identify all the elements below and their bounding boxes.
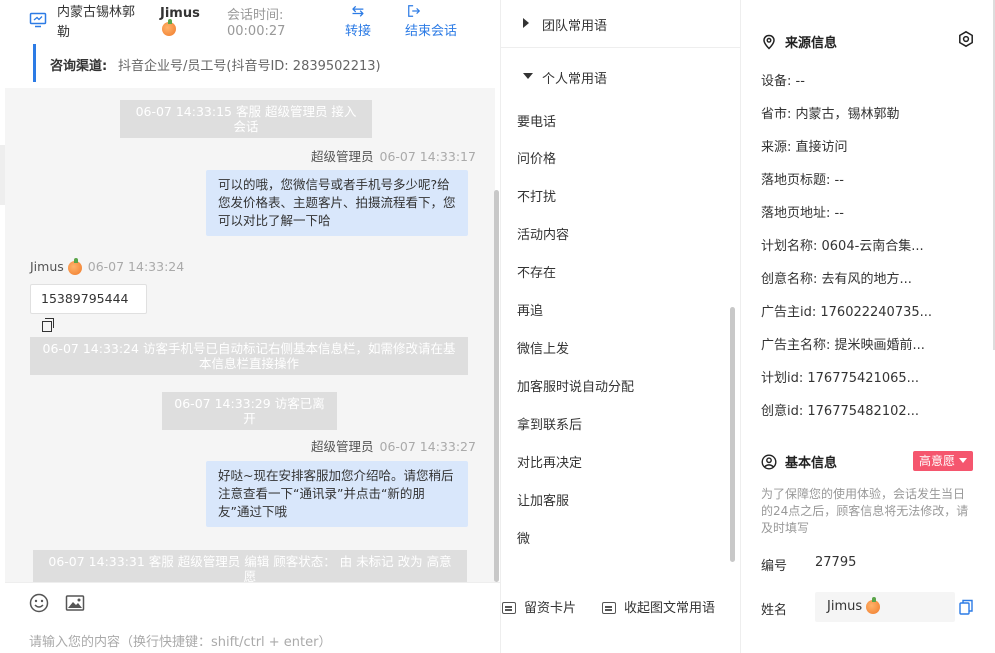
name-label: 姓名 (761, 603, 788, 618)
source-info-label: 来源信息 (785, 36, 838, 51)
system-notice: 06-07 14:33:31 客服 超级管理员 编辑 顾客状态： 由 未标记 改… (33, 550, 467, 582)
visitor-phone-number: 15389795444 (41, 291, 129, 306)
transfer-button[interactable]: ⇆ 转接 (338, 2, 378, 39)
phrase-item[interactable]: 加客服时说自动分配 (517, 378, 634, 398)
collapse-phrases-button[interactable]: 收起图文常用语 (602, 597, 715, 616)
system-notice: 06-07 14:33:29 访客已离开 (162, 392, 337, 430)
info-landing-url: 落地页地址: -- (761, 206, 844, 221)
session-time-value: 00:00:27 (227, 24, 286, 39)
copy-icon[interactable] (959, 599, 973, 615)
personal-phrases-label: 个人常用语 (542, 72, 608, 87)
message-input[interactable]: 请输入您的内容（换行快捷键：shift/ctrl + enter） (29, 631, 332, 650)
phrase-item[interactable]: 不打扰 (517, 188, 556, 208)
message-meta: 超级管理员 06-07 14:33:27 (311, 436, 476, 455)
card-icon (502, 602, 516, 614)
composer: 请输入您的内容（换行快捷键：shift/ctrl + enter） (5, 582, 500, 653)
channel-label: 咨询渠道: (50, 59, 108, 74)
system-notice: 06-07 14:33:24 访客手机号已自动标记右侧基本信息栏，如需修改请在基… (30, 337, 468, 375)
phrase-item[interactable]: 再追 (517, 302, 543, 322)
info-advertiser-name: 广告主名称: 提米映画婚前... (761, 338, 925, 353)
sender-name: 超级管理员 (311, 149, 374, 164)
sender-name: Jimus (30, 259, 64, 274)
collapse-phrases-label: 收起图文常用语 (624, 601, 716, 616)
intent-status-dropdown[interactable]: 高意愿 (913, 451, 974, 471)
system-notice: 06-07 14:33:15 客服 超级管理员 接入会话 (120, 100, 372, 138)
emoji-icon[interactable] (29, 593, 49, 613)
image-icon[interactable] (65, 593, 85, 613)
transfer-label: 转接 (344, 24, 371, 39)
lead-card-label: 留资卡片 (524, 601, 577, 616)
name-field[interactable]: Jimus (815, 592, 955, 622)
info-plan-id: 计划id: 176775421065... (761, 371, 920, 386)
card-icon (602, 602, 616, 614)
visitor-message-bubble: 15389795444 (30, 284, 147, 332)
exit-icon (408, 5, 421, 17)
visitor-name: Jimus (160, 6, 200, 21)
phrase-item[interactable]: 不存在 (517, 264, 556, 284)
session-time-label: 会话时间: (227, 8, 284, 23)
consult-channel-card: 咨询渠道: 抖音企业号/员工号(抖音号ID: 2839502213) (33, 44, 470, 82)
user-circle-icon (761, 454, 777, 470)
chat-header: 内蒙古锡林郭勒 Jimus 会话时间: 00:00:27 ⇆ 转接 结束会话 (5, 0, 500, 44)
info-device: 设备: -- (761, 74, 805, 89)
info-plan-name: 计划名称: 0604-云南合集... (761, 239, 924, 254)
edit-notice: 为了保障您的使用体验，会话发生当日的24点之后，顾客信息将无法修改，请及时填写 (761, 487, 969, 535)
customer-info-panel: 来源信息 设备: -- 省市: 内蒙古，锡林郭勒 来源: 直接访问 落地页标题:… (740, 0, 995, 653)
caret-right-icon (523, 18, 529, 28)
settings-icon[interactable] (957, 30, 975, 48)
agent-message-bubble: 可以的哦，您微信号或者手机号多少呢?给您发价格表、主题客片、拍摄流程看下，您可以… (206, 170, 468, 236)
caret-down-icon (523, 73, 533, 79)
id-label: 编号 (761, 559, 788, 574)
message-time: 06-07 14:33:17 (379, 149, 476, 164)
phrase-item[interactable]: 活动内容 (517, 226, 569, 246)
info-advertiser-id: 广告主id: 176022240735... (761, 305, 933, 320)
peach-icon (866, 596, 881, 614)
swap-arrows-icon: ⇆ (351, 2, 365, 20)
phrase-item[interactable]: 微 (517, 530, 530, 550)
message-scrollbar[interactable] (494, 190, 499, 582)
end-session-button[interactable]: 结束会话 (405, 2, 469, 39)
sender-name: 超级管理员 (311, 439, 374, 454)
source-info-title: 来源信息 (761, 32, 837, 51)
basic-info-label: 基本信息 (785, 456, 838, 471)
phrase-item[interactable]: 要电话 (517, 113, 556, 133)
message-meta: 超级管理员 06-07 14:33:17 (311, 146, 476, 165)
agent-message-bubble: 好哒~现在安排客服加您介绍哈。请您稍后注意查看一下“通讯录”并点击“新的朋友”通… (206, 461, 468, 527)
lead-card-button[interactable]: 留资卡片 (502, 597, 576, 616)
phrase-list: 要电话 问价格 不打扰 活动内容 不存在 再追 微信上发 加客服时说自动分配 拿… (501, 87, 729, 587)
info-province-city: 省市: 内蒙古，锡林郭勒 (761, 107, 900, 122)
end-session-label: 结束会话 (405, 24, 458, 39)
name-value: Jimus (827, 599, 863, 614)
id-value: 27795 (815, 555, 857, 570)
peach-icon (67, 257, 82, 275)
info-landing-title: 落地页标题: -- (761, 173, 844, 188)
channel-value: 抖音企业号/员工号(抖音号ID: 2839502213) (118, 59, 381, 74)
basic-info-title: 基本信息 (761, 452, 837, 471)
customer-region: 内蒙古锡林郭勒 (57, 5, 136, 40)
phrases-scrollbar[interactable] (730, 307, 735, 562)
common-phrases-panel: 团队常用语 个人常用语 要电话 问价格 不打扰 活动内容 不存在 再追 微信上发… (500, 0, 741, 653)
info-source: 来源: 直接访问 (761, 140, 848, 155)
phrase-item[interactable]: 让加客服 (517, 492, 569, 512)
message-list[interactable]: 06-07 14:33:15 客服 超级管理员 接入会话 超级管理员 06-07 … (5, 88, 495, 582)
phrase-item[interactable]: 对比再决定 (517, 454, 582, 474)
phrase-item[interactable]: 拿到联系后 (517, 416, 582, 436)
message-time: 06-07 14:33:24 (87, 259, 185, 274)
message-time: 06-07 14:33:27 (379, 439, 476, 454)
caret-down-icon (959, 458, 968, 463)
intent-status-label: 高意愿 (919, 454, 956, 468)
location-pin-icon (763, 34, 775, 50)
peach-icon (162, 19, 176, 36)
phrase-item[interactable]: 问价格 (517, 150, 556, 170)
monitor-icon (29, 12, 47, 28)
chat-workbench: 内蒙古锡林郭勒 Jimus 会话时间: 00:00:27 ⇆ 转接 结束会话 咨… (0, 0, 995, 653)
phrase-item[interactable]: 微信上发 (517, 340, 569, 360)
chat-panel: 内蒙古锡林郭勒 Jimus 会话时间: 00:00:27 ⇆ 转接 结束会话 咨… (0, 0, 500, 653)
team-phrases-label: 团队常用语 (542, 19, 608, 34)
message-meta: Jimus 06-07 14:33:24 (30, 257, 185, 275)
info-creative-name: 创意名称: 去有风的地方... (761, 272, 912, 287)
team-phrases-group[interactable]: 团队常用语 (501, 0, 741, 48)
copy-icon[interactable] (42, 318, 54, 332)
info-creative-id: 创意id: 176775482102... (761, 404, 920, 419)
